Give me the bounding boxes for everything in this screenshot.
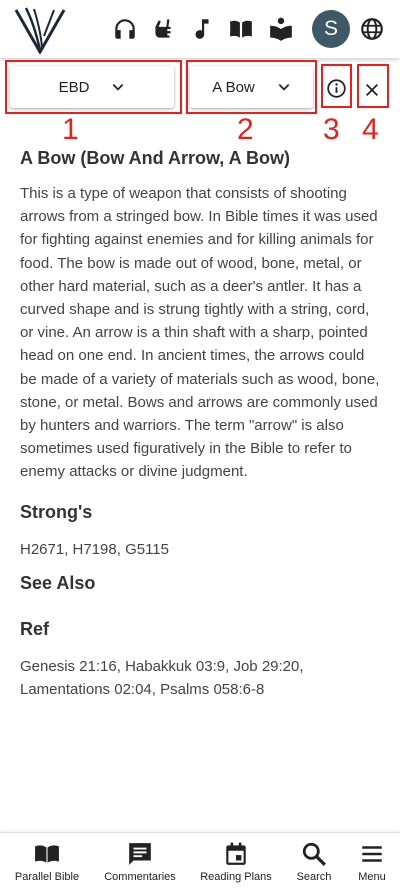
annotation-label-4: 4 (362, 113, 379, 146)
nav-reading-plans[interactable]: Reading Plans (196, 833, 276, 889)
book-icon (35, 845, 59, 863)
chevron-down-icon (278, 84, 290, 91)
headphones-icon[interactable] (112, 16, 138, 42)
info-icon[interactable] (326, 78, 347, 99)
menu-icon (362, 846, 382, 862)
chevron-down-icon (113, 84, 124, 91)
nav-label: Menu (358, 871, 386, 883)
annotation-label-1: 1 (62, 113, 79, 146)
search-icon (302, 842, 326, 866)
strongs-heading: Strong's (20, 501, 93, 522)
source-dropdown-label: EBD (58, 78, 90, 96)
nav-label: Reading Plans (200, 871, 272, 883)
annotation-label-2: 2 (237, 113, 254, 146)
close-icon[interactable] (364, 82, 380, 98)
nav-commentaries[interactable]: Commentaries (100, 833, 180, 889)
ref-heading: Ref (20, 618, 50, 639)
avatar[interactable]: S (312, 10, 350, 48)
sign-language-icon[interactable] (150, 16, 176, 42)
annotation-label-3: 3 (323, 113, 340, 146)
top-app-bar: S (0, 0, 400, 58)
entry-definition: This is a type of weapon that consists o… (20, 185, 380, 481)
strongs-numbers[interactable]: H2671, H7198, G5115 (20, 538, 380, 561)
comment-icon (129, 843, 151, 865)
nav-search[interactable]: Search (288, 833, 340, 889)
entry-dropdown[interactable]: A Bow (190, 66, 313, 108)
selector-row: EBD A Bow (0, 58, 400, 118)
entry-dropdown-label: A Bow (212, 78, 255, 96)
reference-list[interactable]: Genesis 21:16, Habakkuk 03:9, Job 29:20,… (20, 655, 380, 701)
nav-label: Search (296, 871, 332, 883)
entry-title: A Bow (Bow And Arrow, A Bow) (20, 148, 290, 168)
music-note-icon[interactable] (189, 16, 215, 42)
reading-icon[interactable] (268, 16, 294, 42)
logo-icon[interactable] (14, 6, 68, 54)
dictionary-entry: A Bow (Bow And Arrow, A Bow) This is a t… (20, 146, 380, 701)
nav-parallel-bible[interactable]: Parallel Bible (8, 833, 86, 889)
nav-label: Commentaries (104, 871, 176, 883)
calendar-icon (226, 842, 246, 865)
nav-menu[interactable]: Menu (348, 833, 396, 889)
book-open-icon[interactable] (228, 16, 254, 42)
see-also-heading: See Also (20, 572, 96, 593)
source-dropdown[interactable]: EBD (10, 66, 174, 108)
globe-icon[interactable] (359, 16, 385, 42)
bottom-navigation: Parallel Bible Commentaries Reading Plan… (0, 832, 400, 889)
nav-label: Parallel Bible (14, 871, 80, 883)
